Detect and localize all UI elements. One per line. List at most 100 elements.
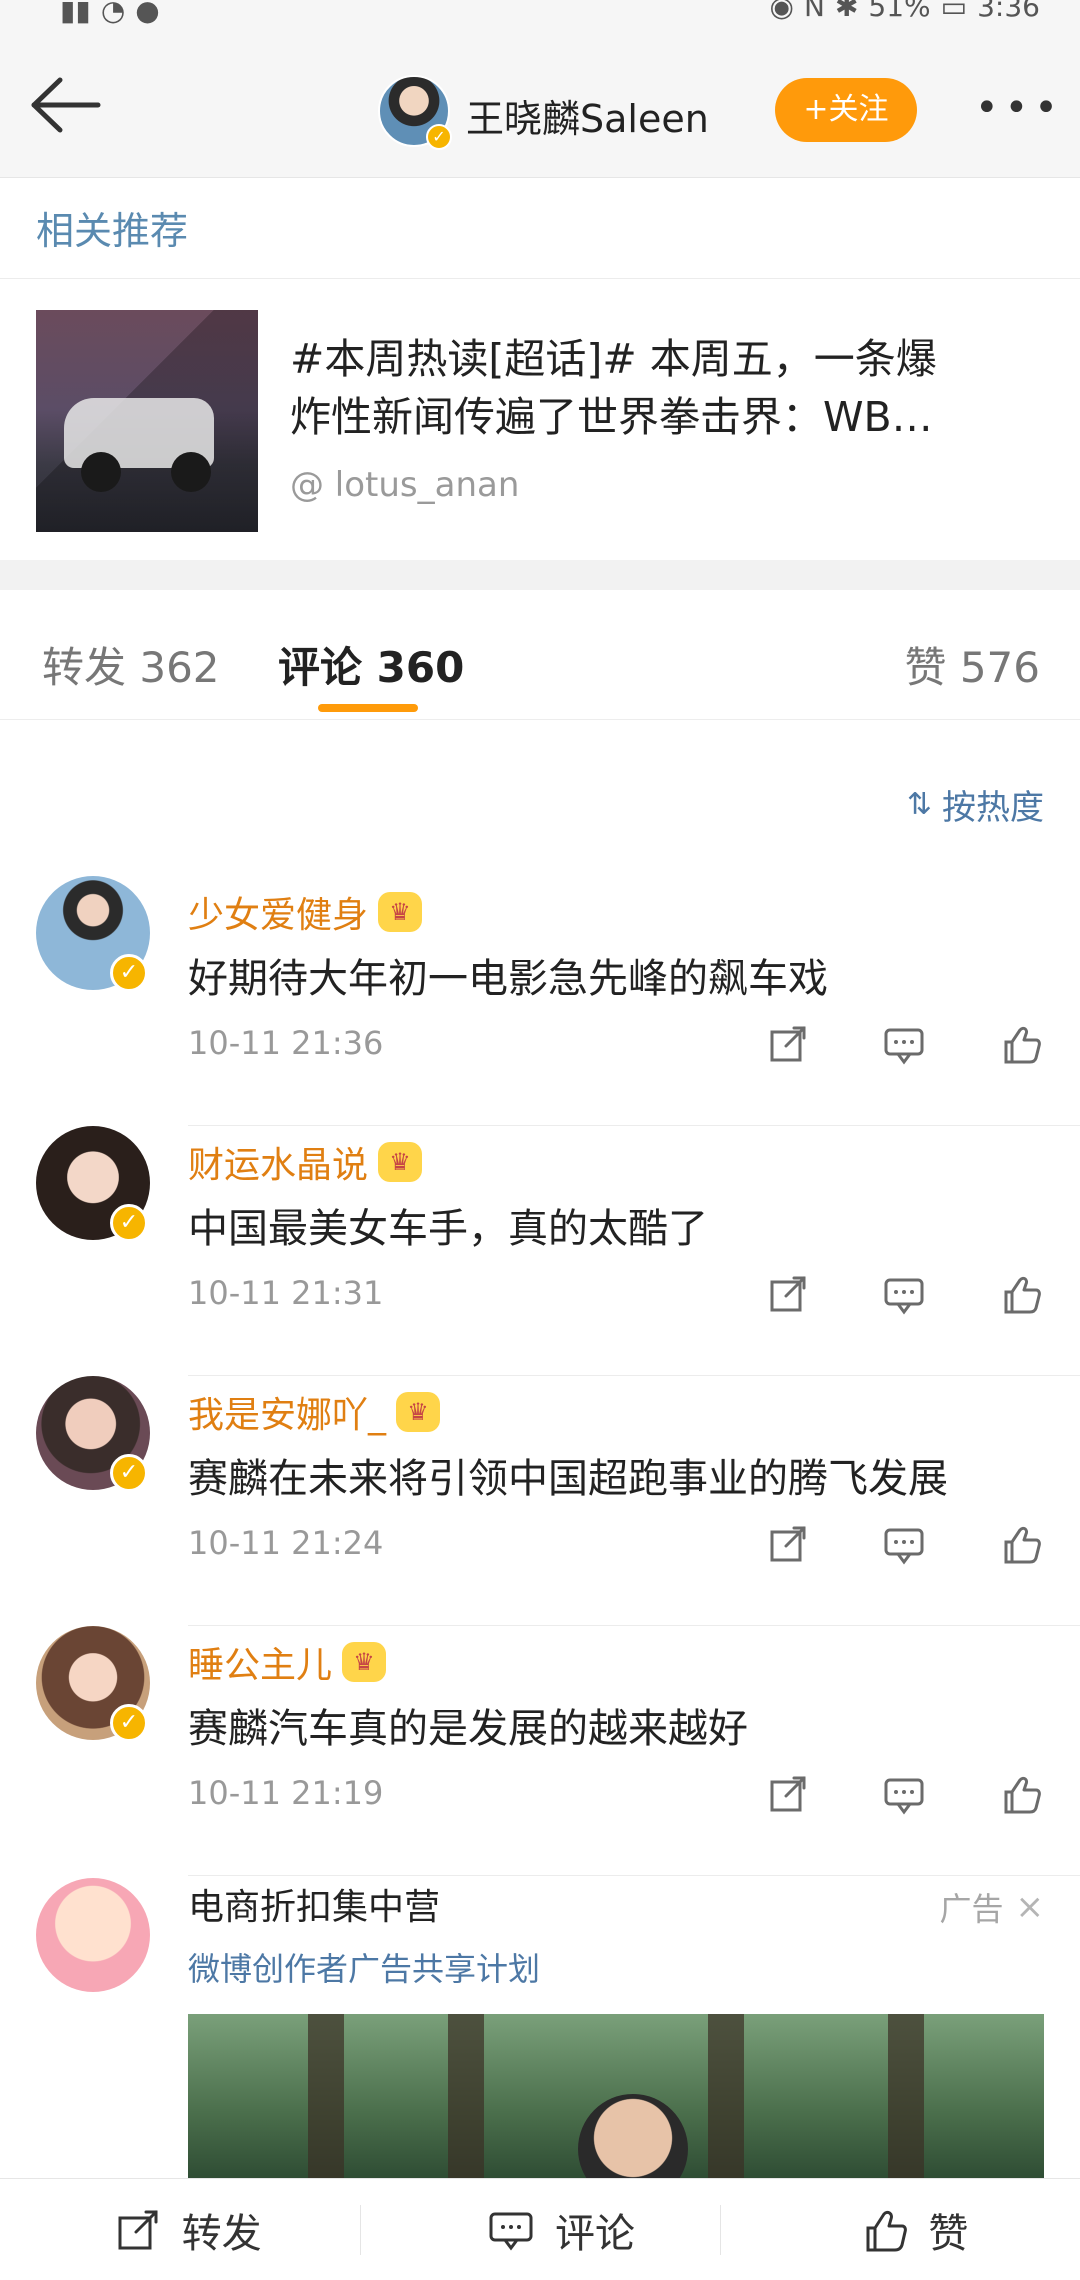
comment-actions	[764, 1520, 1044, 1568]
comment-actions	[764, 1270, 1044, 1318]
repost-icon[interactable]	[764, 1520, 812, 1568]
back-arrow-icon	[31, 77, 101, 133]
commenter-name-text: 财运水晶说	[188, 1145, 369, 1186]
comment-time: 10-11 21:36	[188, 1024, 384, 1062]
commenter-name[interactable]: 睡公主儿 ♛	[188, 1636, 387, 1688]
comment-icon[interactable]	[880, 1270, 928, 1318]
signal-icon: ▮▮	[60, 0, 91, 27]
author-name[interactable]: 王晓麟Saleen	[466, 88, 709, 143]
divider	[720, 2205, 721, 2255]
comment-item: ✓ 睡公主儿 ♛ 赛麟汽车真的是发展的越来越好 10-11 21:19	[0, 1626, 1080, 1876]
wifi-icon: ◔	[100, 0, 126, 27]
tab-comment[interactable]: 评论 360	[278, 634, 464, 695]
comment-text: 中国最美女车手，真的太酷了	[188, 1206, 708, 1252]
ad-label-area: 广告 ×	[939, 1884, 1044, 1930]
ad-item: 电商折扣集中营 微博创作者广告共享计划 广告 ×	[0, 1878, 1080, 2178]
bottom-like-label: 赞	[928, 2210, 969, 2257]
sort-icon: ⇅	[906, 787, 932, 822]
crown-icon: ♛	[342, 1642, 387, 1682]
commenter-name-text: 我是安娜吖_	[188, 1395, 387, 1436]
tree-shape	[708, 2014, 744, 2178]
comment-time: 10-11 21:19	[188, 1774, 384, 1812]
divider	[0, 278, 1080, 279]
commenter-name[interactable]: 财运水晶说 ♛	[188, 1136, 423, 1188]
like-icon[interactable]	[996, 1770, 1044, 1818]
battery-icon: ▭	[940, 0, 968, 23]
repost-icon[interactable]	[764, 1020, 812, 1068]
verified-badge-icon: ✓	[426, 124, 452, 150]
crown-icon: ♛	[396, 1392, 441, 1432]
active-tab-indicator	[318, 704, 418, 712]
comment-time: 10-11 21:24	[188, 1524, 384, 1562]
comment-icon	[489, 2212, 533, 2250]
close-icon[interactable]: ×	[1016, 1887, 1045, 1927]
commenter-name[interactable]: 我是安娜吖_ ♛	[188, 1386, 441, 1438]
car-wheel	[171, 452, 211, 492]
tree-shape	[448, 2014, 484, 2178]
crown-icon: ♛	[378, 1142, 423, 1182]
verified-badge-icon: ✓	[110, 1204, 148, 1242]
tab-like[interactable]: 赞 576	[904, 634, 1040, 695]
comment-text: 好期待大年初一电影急先峰的飙车戏	[188, 956, 828, 1002]
divider	[188, 1875, 1080, 1876]
comment-icon[interactable]	[880, 1520, 928, 1568]
more-options-button[interactable]: •••	[975, 85, 1064, 131]
bottom-comment-label: 评论	[554, 2210, 635, 2257]
divider	[360, 2205, 361, 2255]
related-post-line-2: 炸性新闻传遍了世界拳击界：WB…	[290, 393, 933, 441]
tree-shape	[888, 2014, 924, 2178]
related-post-author[interactable]: @ lotus_anan	[290, 465, 519, 505]
comment-time: 10-11 21:31	[188, 1274, 384, 1312]
comment-icon[interactable]	[880, 1770, 928, 1818]
bottom-like-button[interactable]: 赞	[858, 2201, 968, 2259]
back-button[interactable]	[26, 70, 106, 140]
comment-item: ✓ 财运水晶说 ♛ 中国最美女车手，真的太酷了 10-11 21:31	[0, 1126, 1080, 1376]
commenter-name[interactable]: 少女爱健身 ♛	[188, 886, 423, 938]
related-post-text[interactable]: #本周热读[超话]# 本周五，一条爆 炸性新闻传遍了世界拳击界：WB…	[290, 330, 1030, 446]
like-icon[interactable]	[996, 1020, 1044, 1068]
clock: 3:36	[977, 0, 1040, 23]
person-image	[578, 2094, 688, 2178]
like-icon[interactable]	[996, 1520, 1044, 1568]
follow-button[interactable]: +关注	[775, 78, 917, 142]
tree-shape	[308, 2014, 344, 2178]
comment-icon[interactable]	[880, 1020, 928, 1068]
comment-item: ✓ 少女爱健身 ♛ 好期待大年初一电影急先峰的飙车戏 10-11 21:36	[0, 876, 1080, 1126]
bottom-repost-button[interactable]: 转发	[112, 2201, 262, 2259]
comment-item: ✓ 我是安娜吖_ ♛ 赛麟在未来将引领中国超跑事业的腾飞发展 10-11 21:…	[0, 1376, 1080, 1626]
ad-subtitle[interactable]: 微博创作者广告共享计划	[188, 1944, 540, 1990]
like-icon	[866, 2210, 908, 2251]
eye-icon: ◉	[769, 0, 794, 23]
ad-avatar[interactable]	[36, 1878, 150, 1992]
bluetooth-icon: ✱	[834, 0, 859, 23]
like-icon[interactable]	[996, 1270, 1044, 1318]
bottom-repost-label: 转发	[181, 2210, 262, 2257]
top-nav: ✓ 王晓麟Saleen +关注 •••	[0, 30, 1080, 178]
verified-badge-icon: ✓	[110, 1704, 148, 1742]
commenter-name-text: 少女爱健身	[188, 895, 369, 936]
bottom-comment-button[interactable]: 评论	[485, 2201, 635, 2259]
repost-icon[interactable]	[764, 1270, 812, 1318]
comment-actions	[764, 1770, 1044, 1818]
ad-title[interactable]: 电商折扣集中营	[188, 1878, 440, 1930]
nfc-icon: N	[803, 0, 825, 23]
section-separator	[0, 560, 1080, 590]
battery-percent: 51%	[868, 0, 931, 23]
tab-repost[interactable]: 转发 362	[42, 634, 220, 695]
car-wheel	[81, 452, 121, 492]
ad-label: 广告	[939, 1890, 1004, 1928]
repost-icon	[118, 2210, 158, 2249]
repost-icon[interactable]	[764, 1770, 812, 1818]
verified-badge-icon: ✓	[110, 954, 148, 992]
related-recommend-title: 相关推荐	[36, 209, 189, 253]
related-post-thumbnail[interactable]	[36, 310, 258, 532]
status-icons-left: ▮▮ ◔ ●	[60, 0, 160, 27]
related-post-line-1: #本周热读[超话]# 本周五，一条爆	[290, 335, 937, 383]
ad-image[interactable]	[188, 2014, 1044, 2178]
interaction-tabs: 转发 362 评论 360 赞 576	[0, 590, 1080, 720]
comment-text: 赛麟汽车真的是发展的越来越好	[188, 1706, 748, 1752]
status-bar: ▮▮ ◔ ● ◉ N ✱ 51% ▭ 3:36	[0, 0, 1080, 30]
sort-by-hot-button[interactable]: ⇅ 按热度	[907, 780, 1044, 829]
sort-label: 按热度	[942, 788, 1044, 828]
message-icon: ●	[135, 0, 160, 27]
